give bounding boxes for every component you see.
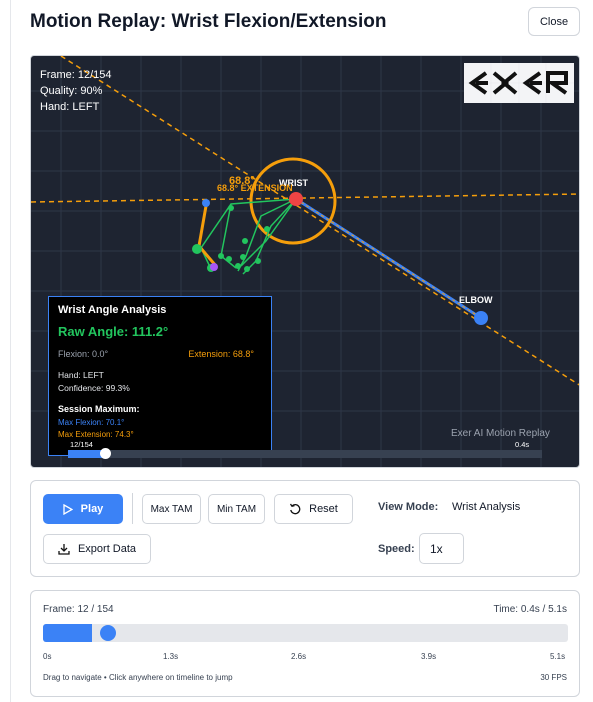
- max-tam-button[interactable]: Max TAM: [142, 494, 201, 524]
- session-max-title: Session Maximum:: [58, 404, 140, 414]
- motion-viewer[interactable]: WRIST ELBOW 68.8° 68.8° EXTENSION Frame:…: [30, 55, 580, 468]
- timeline-hint: Drag to navigate • Click anywhere on tim…: [43, 673, 233, 682]
- max-flexion: Max Flexion: 70.1°: [58, 418, 125, 427]
- elbow-label: ELBOW: [459, 295, 493, 305]
- min-tam-button[interactable]: Min TAM: [208, 494, 265, 524]
- frame-info: Frame: 12/154 Quality: 90% Hand: LEFT: [40, 67, 112, 115]
- timeline-track[interactable]: [43, 624, 568, 642]
- timeline-panel: Frame: 12 / 154 Time: 0.4s / 5.1s 0s 1.3…: [30, 590, 580, 697]
- exer-logo-mark: [464, 63, 574, 103]
- exer-logo: [464, 63, 574, 103]
- reset-label: Reset: [309, 503, 338, 515]
- mini-time-label: 0.4s: [515, 440, 530, 449]
- speed-label: Speed:: [378, 543, 415, 555]
- export-data-button[interactable]: Export Data: [43, 534, 151, 564]
- analysis-confidence: Confidence: 99.3%: [58, 383, 130, 393]
- analysis-title: Wrist Angle Analysis: [58, 304, 167, 316]
- play-label: Play: [80, 503, 104, 515]
- play-button[interactable]: Play: [43, 494, 123, 524]
- wrist-joint: [289, 192, 303, 206]
- max-extension: Max Extension: 74.3°: [58, 430, 134, 439]
- motion-replay-modal: Motion Replay: Wrist Flexion/Extension C…: [0, 0, 593, 702]
- frame-text: Frame: 12/154: [40, 69, 112, 81]
- view-mode-select[interactable]: Wrist Analysis: [452, 501, 520, 513]
- timeline-time: Time: 0.4s / 5.1s: [493, 604, 567, 615]
- download-icon: [58, 544, 70, 555]
- playback-controls: Play Max TAM Min TAM Reset Export Data V…: [30, 480, 580, 577]
- hand-skeleton: [200, 198, 297, 275]
- hand-text: Hand: LEFT: [40, 101, 100, 113]
- quality-text: Quality: 90%: [40, 85, 103, 97]
- mini-progress-track[interactable]: [68, 448, 542, 459]
- divider: [132, 493, 133, 524]
- flexion-value: Flexion: 0.0°: [58, 349, 109, 359]
- reset-icon: [290, 503, 301, 515]
- wrist-analysis-panel: Wrist Angle Analysis Raw Angle: 111.2° F…: [48, 296, 272, 456]
- mini-progress-handle[interactable]: [100, 448, 111, 459]
- extension-value: Extension: 68.8°: [188, 349, 254, 359]
- timeline-fill: [43, 624, 92, 642]
- reference-line: [31, 193, 579, 203]
- watermark: Exer AI Motion Replay: [451, 428, 550, 439]
- fps-label: 30 FPS: [540, 673, 567, 682]
- play-icon: [63, 503, 73, 515]
- timeline-handle[interactable]: [100, 625, 116, 641]
- reset-button[interactable]: Reset: [274, 494, 353, 524]
- analysis-hand: Hand: LEFT: [58, 370, 104, 380]
- page-title: Motion Replay: Wrist Flexion/Extension: [30, 11, 387, 32]
- tick-label: 1.3s: [163, 652, 179, 661]
- tick-label: 2.6s: [291, 652, 307, 661]
- close-button[interactable]: Close: [528, 7, 580, 36]
- angle-label: 68.8° EXTENSION: [217, 183, 293, 193]
- timeline-frame: Frame: 12 / 154: [43, 604, 114, 615]
- view-mode-label: View Mode:: [378, 501, 439, 513]
- tick-label: 3.9s: [421, 652, 437, 661]
- elbow-joint: [474, 311, 488, 325]
- mini-frame-label: 12/154: [70, 440, 93, 449]
- raw-angle: Raw Angle: 111.2°: [58, 324, 169, 339]
- tick-label: 0s: [43, 652, 52, 661]
- export-label: Export Data: [77, 543, 137, 555]
- speed-select[interactable]: 1x: [419, 533, 464, 564]
- tick-label: 5.1s: [550, 652, 566, 661]
